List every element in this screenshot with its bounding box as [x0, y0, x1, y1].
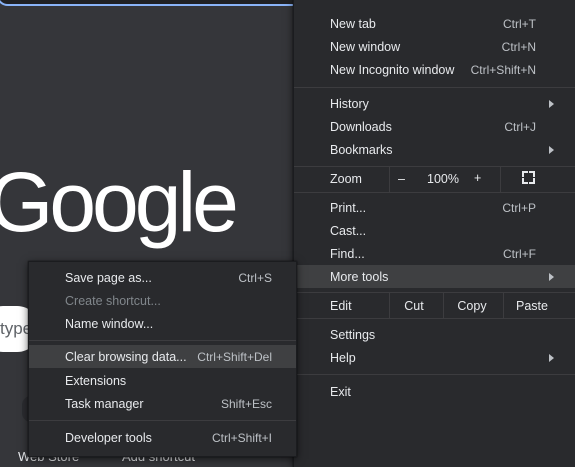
- submenu-arrow-icon: [549, 145, 554, 154]
- menu-item-label: Help: [330, 350, 356, 365]
- submenu-arrow-icon: [549, 99, 554, 108]
- menu-item-shortcut: Ctrl+P: [502, 200, 536, 215]
- fullscreen-icon[interactable]: [522, 171, 535, 184]
- menu-item-shortcut: Shift+Esc: [220, 396, 272, 411]
- menu-item-new-incognito-window[interactable]: New Incognito window Ctrl+Shift+N: [294, 58, 575, 81]
- menu-divider: [29, 340, 296, 341]
- menu-item-label: Print...: [330, 200, 367, 215]
- submenu-item-developer-tools[interactable]: Developer tools Ctrl+Shift+I: [29, 426, 296, 449]
- menu-item-bookmarks[interactable]: Bookmarks: [294, 138, 575, 161]
- paste-button[interactable]: Paste: [503, 293, 560, 318]
- menu-item-new-tab[interactable]: New tab Ctrl+T: [294, 12, 575, 35]
- submenu-item-save-page[interactable]: Save page as... Ctrl+S: [29, 266, 296, 289]
- menu-item-cast[interactable]: Cast...: [294, 219, 575, 242]
- menu-divider: [294, 192, 575, 193]
- menu-divider: [29, 420, 296, 421]
- menu-item-label: More tools: [330, 269, 389, 284]
- menu-item-shortcut: Ctrl+T: [503, 16, 536, 31]
- menu-item-label: Find...: [330, 246, 365, 261]
- zoom-level: 100%: [427, 172, 459, 186]
- edit-row: Edit Cut Copy Paste: [294, 293, 575, 318]
- menu-item-label: New window: [330, 39, 401, 54]
- menu-item-history[interactable]: History: [294, 92, 575, 115]
- submenu-item-clear-browsing-data[interactable]: Clear browsing data... Ctrl+Shift+Del: [29, 345, 296, 368]
- menu-item-shortcut: Ctrl+N: [501, 39, 536, 54]
- menu-item-shortcut: Ctrl+Shift+I: [211, 430, 272, 445]
- menu-item-label: Settings: [330, 327, 376, 342]
- menu-item-downloads[interactable]: Downloads Ctrl+J: [294, 115, 575, 138]
- menu-item-shortcut: Ctrl+F: [503, 246, 536, 261]
- submenu-item-extensions[interactable]: Extensions: [29, 369, 296, 392]
- menu-item-label: Create shortcut...: [65, 293, 161, 308]
- submenu-item-task-manager[interactable]: Task manager Shift+Esc: [29, 392, 296, 415]
- submenu-item-create-shortcut: Create shortcut...: [29, 289, 296, 312]
- copy-button[interactable]: Copy: [443, 293, 500, 318]
- menu-divider: [294, 87, 575, 88]
- menu-item-help[interactable]: Help: [294, 346, 575, 369]
- menu-item-label: Extensions: [65, 373, 127, 388]
- menu-item-more-tools[interactable]: More tools: [294, 265, 575, 288]
- google-logo: Google: [0, 155, 239, 249]
- menu-item-new-window[interactable]: New window Ctrl+N: [294, 35, 575, 58]
- menu-divider: [294, 374, 575, 375]
- menu-item-exit[interactable]: Exit: [294, 380, 575, 403]
- menu-item-label: New tab: [330, 16, 376, 31]
- menu-item-shortcut: Ctrl+Shift+N: [470, 62, 536, 77]
- zoom-out-button[interactable]: –: [398, 172, 405, 186]
- menu-item-label: New Incognito window: [330, 62, 455, 77]
- chrome-main-menu: New tab Ctrl+T New window Ctrl+N New Inc…: [293, 0, 575, 467]
- menu-item-label: History: [330, 96, 369, 111]
- menu-item-label: Exit: [330, 384, 351, 399]
- menu-item-print[interactable]: Print... Ctrl+P: [294, 196, 575, 219]
- menu-item-shortcut: Ctrl+S: [238, 270, 272, 285]
- cut-button[interactable]: Cut: [389, 293, 438, 318]
- menu-item-label: Cast...: [330, 223, 367, 238]
- zoom-row: Zoom – 100% +: [294, 167, 575, 192]
- menu-divider: [294, 318, 575, 319]
- zoom-label: Zoom: [330, 172, 362, 186]
- menu-item-label: Bookmarks: [330, 142, 393, 157]
- submenu-arrow-icon: [549, 353, 554, 362]
- menu-item-find[interactable]: Find... Ctrl+F: [294, 242, 575, 265]
- menu-item-label: Name window...: [65, 316, 154, 331]
- edit-label: Edit: [330, 299, 352, 313]
- submenu-arrow-icon: [549, 272, 554, 281]
- menu-item-settings[interactable]: Settings: [294, 323, 575, 346]
- menu-item-shortcut: Ctrl+Shift+Del: [197, 349, 272, 364]
- submenu-item-name-window[interactable]: Name window...: [29, 312, 296, 335]
- menu-item-shortcut: Ctrl+J: [504, 119, 536, 134]
- more-tools-submenu: Save page as... Ctrl+S Create shortcut..…: [28, 261, 297, 457]
- menu-item-label: Downloads: [330, 119, 392, 134]
- zoom-in-button[interactable]: +: [474, 171, 481, 185]
